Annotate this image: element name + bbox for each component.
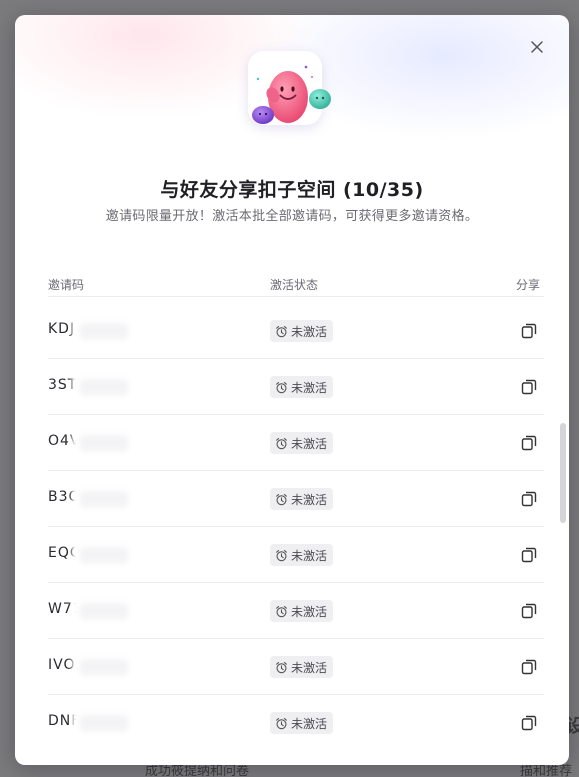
- alarm-clock-icon: [276, 717, 287, 729]
- close-icon: [531, 41, 543, 53]
- alarm-clock-icon: [276, 549, 287, 561]
- redacted-code-mask: [80, 435, 128, 451]
- alarm-clock-icon: [276, 381, 287, 393]
- status-badge: 未激活: [270, 544, 334, 566]
- status-label: 未激活: [291, 604, 328, 619]
- status-badge: 未激活: [270, 320, 334, 342]
- status-label: 未激活: [291, 492, 328, 507]
- status-badge: 未激活: [270, 656, 334, 678]
- table-row: DNF 未激活: [48, 695, 544, 751]
- status-label: 未激活: [291, 436, 328, 451]
- share-invite-dialog: 与好友分享扣子空间 (10/35) 邀请码限量开放！激活本批全部邀请码，可获得更…: [15, 15, 569, 765]
- invite-code-list: KDJ 未激活 3ST 未激活 O4V 未激活 B3C 未激活 EQC 未激活 …: [48, 303, 544, 751]
- alarm-clock-icon: [276, 605, 287, 617]
- copy-icon[interactable]: [520, 602, 538, 620]
- list-scrollbar[interactable]: [560, 423, 566, 523]
- table-row: KDJ 未激活: [48, 303, 544, 359]
- table-row: O4V 未激活: [48, 415, 544, 471]
- status-label: 未激活: [291, 548, 328, 563]
- alarm-clock-icon: [276, 493, 287, 505]
- status-label: 未激活: [291, 716, 328, 731]
- close-button[interactable]: [527, 37, 547, 57]
- table-row: 3ST 未激活: [48, 359, 544, 415]
- redacted-code-mask: [80, 379, 128, 395]
- table-row: IVO 未激活: [48, 639, 544, 695]
- column-header-status: 激活状态: [270, 278, 319, 292]
- table-row: B3C 未激活: [48, 471, 544, 527]
- redacted-code-mask: [80, 491, 128, 507]
- status-label: 未激活: [291, 660, 328, 675]
- status-badge: 未激活: [270, 488, 334, 510]
- redacted-code-mask: [80, 547, 128, 563]
- mascot-illustration: [248, 51, 331, 125]
- copy-icon[interactable]: [520, 658, 538, 676]
- column-header-share: 分享: [515, 278, 540, 292]
- copy-icon[interactable]: [520, 378, 538, 396]
- table-row: EQC 未激活: [48, 527, 544, 583]
- redacted-code-mask: [80, 603, 128, 619]
- copy-icon[interactable]: [520, 714, 538, 732]
- redacted-code-mask: [80, 323, 128, 339]
- table-header: 邀请码 激活状态 分享: [48, 273, 544, 297]
- column-header-code: 邀请码: [48, 278, 85, 292]
- status-badge: 未激活: [270, 600, 334, 622]
- copy-icon[interactable]: [520, 546, 538, 564]
- table-row: W71 未激活: [48, 583, 544, 639]
- status-label: 未激活: [291, 380, 328, 395]
- alarm-clock-icon: [276, 437, 287, 449]
- status-badge: 未激活: [270, 432, 334, 454]
- status-label: 未激活: [291, 324, 328, 339]
- copy-icon[interactable]: [520, 434, 538, 452]
- dialog-subtitle: 邀请码限量开放！激活本批全部邀请码，可获得更多邀请资格。: [105, 209, 479, 224]
- redacted-code-mask: [80, 659, 128, 675]
- dialog-title: 与好友分享扣子空间 (10/35): [160, 179, 424, 201]
- status-badge: 未激活: [270, 712, 334, 734]
- copy-icon[interactable]: [520, 322, 538, 340]
- alarm-clock-icon: [276, 325, 287, 337]
- copy-icon[interactable]: [520, 490, 538, 508]
- status-badge: 未激活: [270, 376, 334, 398]
- redacted-code-mask: [80, 715, 128, 731]
- alarm-clock-icon: [276, 661, 287, 673]
